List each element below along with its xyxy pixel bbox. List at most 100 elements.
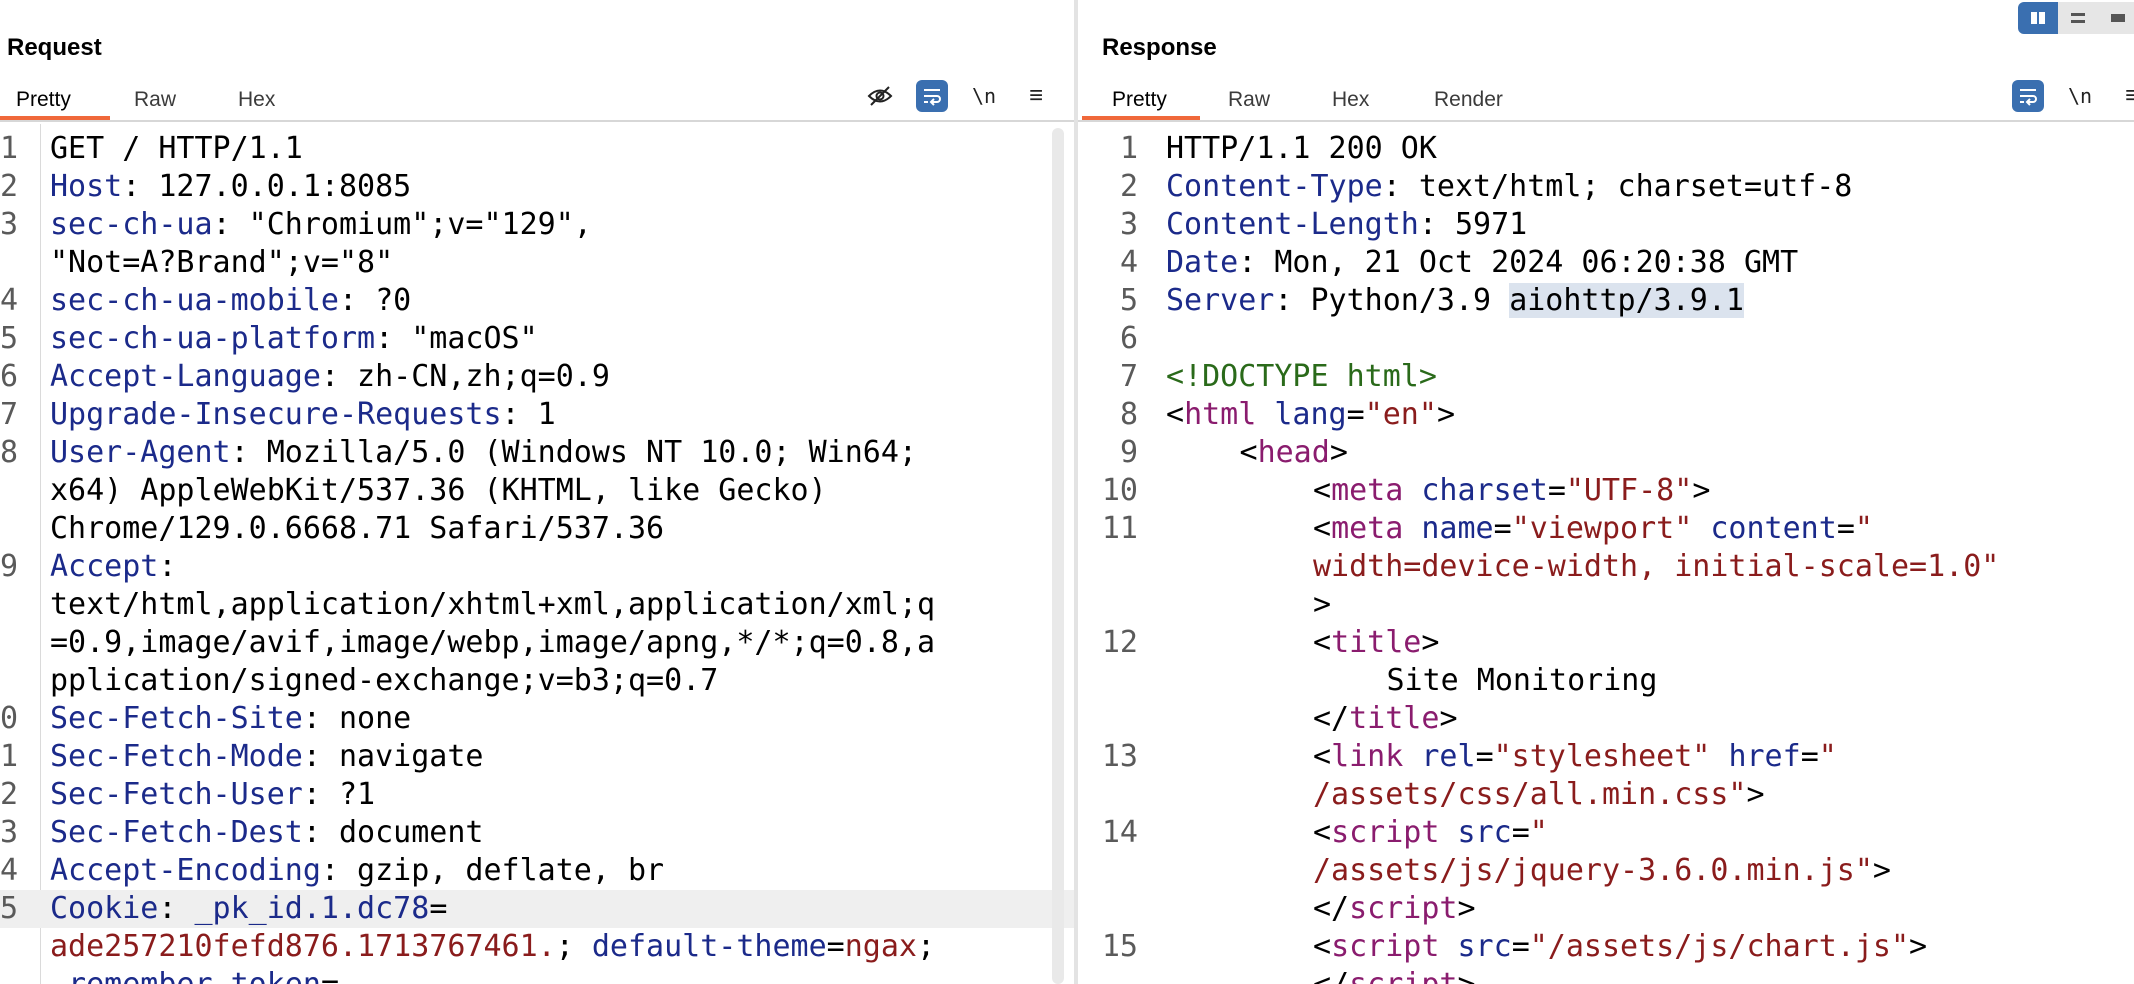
equals: =: [1836, 511, 1855, 546]
line-number: 4: [0, 853, 18, 888]
attr-value: "stylesheet": [1493, 739, 1711, 774]
tag-name: meta: [1331, 473, 1404, 508]
bracket: >: [1457, 891, 1476, 926]
bracket: >: [1458, 967, 1476, 984]
single-pane-icon[interactable]: [2098, 2, 2134, 34]
header-name: Cookie: [50, 891, 159, 926]
newline-icon[interactable]: \n: [968, 80, 1000, 112]
equals: =: [1547, 473, 1566, 508]
line-text: Sec-Fetch-User: ?1: [50, 776, 375, 814]
split-horizontal-icon[interactable]: [2018, 2, 2058, 34]
tab-hex[interactable]: Hex: [238, 88, 275, 112]
code-line: 1 GET / HTTP/1.1: [0, 130, 1074, 168]
word-wrap-icon[interactable]: [916, 80, 948, 112]
line-number: 6: [0, 359, 18, 394]
tag-name: title: [1349, 701, 1440, 736]
equals: =: [1511, 929, 1530, 964]
line-number: 6: [1119, 321, 1138, 356]
tag-name: script: [1349, 967, 1457, 984]
bracket: <: [1313, 473, 1332, 508]
line-number: 14: [1101, 815, 1138, 850]
line-text: HTTP/1.1 200 OK: [1166, 130, 1437, 168]
response-editor[interactable]: 1 HTTP/1.1 200 OK 2 Content-Type: text/html…: [1078, 124, 2134, 984]
line-text: Accept-Language: zh-CN,zh;q=0.9: [50, 358, 610, 396]
line-text: Date: Mon, 21 Oct 2024 06:20:38 GMT: [1166, 244, 1798, 282]
response-title: Response: [1102, 34, 1217, 61]
tabs-border: [0, 120, 1074, 122]
plain-text: text/html,application/xhtml+xml,applicat…: [50, 587, 936, 622]
code-line: 3 Sec-Fetch-Dest: document: [0, 814, 1074, 852]
tab-pretty[interactable]: Pretty: [1112, 88, 1167, 112]
line-number: 8: [0, 435, 18, 470]
cookie-name: _remember_token: [50, 967, 321, 984]
tag-name: head: [1257, 435, 1330, 470]
tab-hex[interactable]: Hex: [1332, 88, 1369, 112]
plain-text: HTTP/1.1 200 OK: [1166, 131, 1437, 166]
attr-value: ": [1818, 739, 1837, 774]
line-text: Sec-Fetch-Site: none: [50, 700, 411, 738]
line-number: 9: [1119, 435, 1138, 470]
line-text: <meta name="viewport" content=": [1313, 510, 1873, 548]
line-text: sec-ch-ua: "Chromium";v="129",: [50, 206, 592, 244]
menu-icon[interactable]: ≡: [1020, 80, 1052, 112]
tab-raw[interactable]: Raw: [1228, 88, 1270, 112]
request-scrollbar[interactable]: [1052, 128, 1064, 984]
bracket: >: [1439, 701, 1458, 736]
header-value: : gzip, deflate, br: [320, 853, 665, 888]
line-text: </title>: [1313, 700, 1458, 738]
cookie-name: default-theme: [591, 929, 827, 964]
tab-pretty[interactable]: Pretty: [16, 88, 71, 112]
line-text: /assets/js/jquery-3.6.0.min.js">: [1313, 852, 1891, 890]
tag-name: script: [1331, 929, 1440, 964]
bracket: >: [1692, 473, 1711, 508]
bracket: <: [1239, 435, 1258, 470]
code-line: 1 HTTP/1.1 200 OK: [1078, 130, 2134, 168]
code-line: ade257210fefd876.1713767461.; default-th…: [0, 928, 1074, 966]
code-line: 5 Cookie: _pk_id.1.dc78=: [0, 890, 1074, 928]
code-line: 15 <script src="/assets/js/chart.js">: [1078, 928, 2134, 966]
line-text: /assets/css/all.min.css">: [1313, 776, 1765, 814]
header-value: : document: [302, 815, 484, 850]
header-value: : 127.0.0.1:8085: [122, 169, 412, 204]
code-line: 7 Upgrade-Insecure-Requests: 1: [0, 396, 1074, 434]
newline-icon[interactable]: \n: [2064, 80, 2096, 112]
split-vertical-icon[interactable]: [2058, 2, 2098, 34]
selected-text: aiohttp/3.9.1: [1509, 283, 1744, 318]
request-editor[interactable]: 1 GET / HTTP/1.1 2 Host: 127.0.0.1:8085 3 sec…: [0, 124, 1074, 984]
plain-text: "Not=A?Brand";v="8": [50, 245, 394, 280]
code-line: </script>: [1078, 890, 2134, 928]
line-number: 0: [0, 701, 18, 736]
line-text: Accept-Encoding: gzip, deflate, br: [50, 852, 664, 890]
line-number: 7: [0, 397, 18, 432]
line-text: Chrome/129.0.6668.71 Safari/537.36: [50, 510, 664, 548]
equals: =: [429, 891, 448, 926]
code-line: >: [1078, 586, 2134, 624]
tab-raw[interactable]: Raw: [134, 88, 176, 112]
plain-text: =0.9,image/avif,image/webp,image/apng,*/…: [50, 625, 936, 660]
code-line: _remember_token=: [0, 966, 1074, 984]
menu-icon[interactable]: ≡: [2116, 80, 2134, 112]
hide-non-printing-icon[interactable]: [864, 80, 896, 112]
line-number: 1: [0, 131, 18, 166]
word-wrap-icon[interactable]: [2012, 80, 2044, 112]
tag-name: link: [1331, 739, 1404, 774]
plain-text: Chrome/129.0.6668.71 Safari/537.36: [50, 511, 665, 546]
equals: =: [1346, 397, 1365, 432]
line-text: sec-ch-ua-mobile: ?0: [50, 282, 411, 320]
code-line: 1 Sec-Fetch-Mode: navigate: [0, 738, 1074, 776]
header-name: Accept-Encoding: [50, 853, 321, 888]
attr-value: "en": [1364, 397, 1437, 432]
line-text: GET / HTTP/1.1: [50, 130, 303, 168]
attr-value: /assets/js/jquery-3.6.0.min.js": [1313, 853, 1873, 888]
tab-render[interactable]: Render: [1434, 88, 1503, 112]
separator: ;: [916, 929, 936, 964]
code-line: 6: [1078, 320, 2134, 358]
code-line: Site Monitoring: [1078, 662, 2134, 700]
line-text: =0.9,image/avif,image/webp,image/apng,*/…: [50, 624, 935, 662]
code-line: 0 Sec-Fetch-Site: none: [0, 700, 1074, 738]
code-line: /assets/css/all.min.css">: [1078, 776, 2134, 814]
code-line: =0.9,image/avif,image/webp,image/apng,*/…: [0, 624, 1074, 662]
